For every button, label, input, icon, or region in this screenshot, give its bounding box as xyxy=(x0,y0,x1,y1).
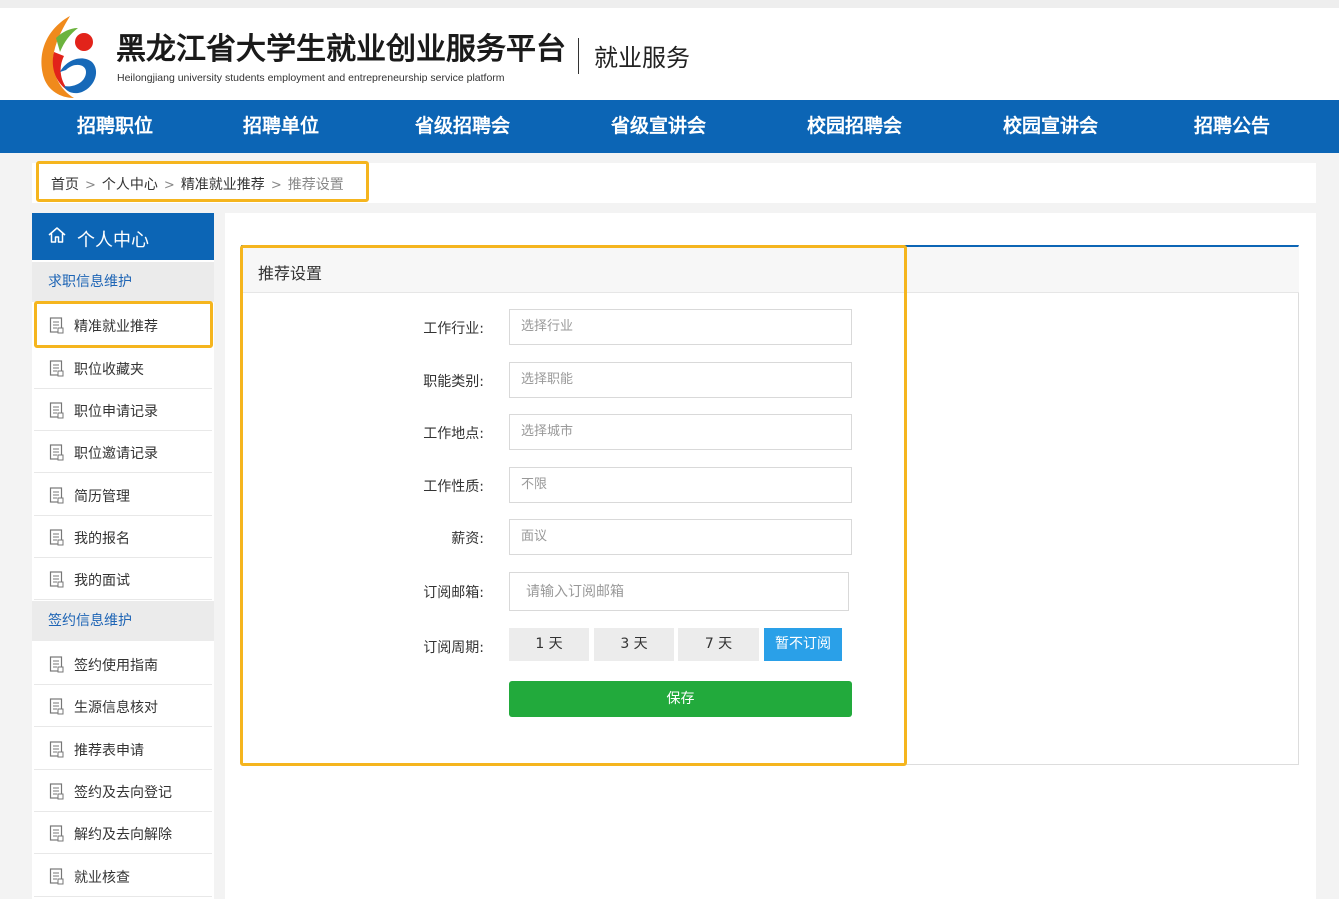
header-divider xyxy=(578,38,579,74)
sidebar-item-registrations[interactable]: 我的报名 xyxy=(34,516,212,558)
sidebar-item-recommendation-form[interactable]: 推荐表申请 xyxy=(34,728,212,770)
sidebar-item-label: 解约及去向解除 xyxy=(74,827,172,843)
sidebar-item-interviews[interactable]: 我的面试 xyxy=(34,558,212,600)
document-icon xyxy=(49,571,64,588)
sidebar-title: 个人中心 xyxy=(77,230,149,251)
home-icon xyxy=(48,227,66,243)
nav-item-jobs[interactable]: 招聘职位 xyxy=(77,100,153,153)
document-icon xyxy=(49,825,64,842)
section-name: 就业服务 xyxy=(594,44,690,72)
sidebar-item-applications[interactable]: 职位申请记录 xyxy=(34,389,212,431)
sidebar-item-source-check[interactable]: 生源信息核对 xyxy=(34,685,212,727)
nav-item-campus-fairs[interactable]: 校园招聘会 xyxy=(807,100,902,153)
platform-logo[interactable] xyxy=(30,12,102,100)
sidebar-group-job-info: 求职信息维护 xyxy=(32,262,214,302)
document-icon xyxy=(49,783,64,800)
document-icon xyxy=(49,402,64,419)
site-subtitle: Heilongjiang university students employm… xyxy=(117,72,505,84)
sidebar-item-label: 就业核查 xyxy=(74,870,130,886)
document-icon xyxy=(49,656,64,673)
sidebar-item-contract-guide[interactable]: 签约使用指南 xyxy=(34,643,212,685)
sidebar-item-contract-cancellation[interactable]: 解约及去向解除 xyxy=(34,812,212,854)
sidebar-active-highlight xyxy=(34,301,213,348)
sidebar-item-favorites[interactable]: 职位收藏夹 xyxy=(34,347,212,389)
site-title: 黑龙江省大学生就业创业服务平台 xyxy=(116,32,566,67)
sidebar-group-contract-info: 签约信息维护 xyxy=(32,601,214,641)
document-icon xyxy=(49,741,64,758)
top-strip xyxy=(0,0,1339,8)
document-icon xyxy=(49,487,64,504)
sidebar-item-label: 我的报名 xyxy=(74,531,130,547)
sidebar-item-label: 我的面试 xyxy=(74,573,130,589)
document-icon xyxy=(49,868,64,885)
sidebar-item-label: 生源信息核对 xyxy=(74,700,158,716)
form-highlight xyxy=(240,245,907,766)
sidebar-header: 个人中心 xyxy=(32,213,214,260)
document-icon xyxy=(49,529,64,546)
nav-item-campus-talks[interactable]: 校园宣讲会 xyxy=(1003,100,1098,153)
sidebar-item-label: 签约使用指南 xyxy=(74,658,158,674)
sidebar-item-contract-registration[interactable]: 签约及去向登记 xyxy=(34,770,212,812)
document-icon xyxy=(49,360,64,377)
sidebar-item-label: 签约及去向登记 xyxy=(74,785,172,801)
document-icon xyxy=(49,698,64,715)
sidebar-item-label: 简历管理 xyxy=(74,489,130,505)
document-icon xyxy=(49,444,64,461)
site-header: 黑龙江省大学生就业创业服务平台 Heilongjiang university … xyxy=(0,8,1339,100)
breadcrumb-highlight xyxy=(36,161,369,202)
sidebar-item-label: 职位邀请记录 xyxy=(74,446,158,462)
sidebar-item-employment-check[interactable]: 就业核查 xyxy=(34,855,212,897)
nav-item-companies[interactable]: 招聘单位 xyxy=(243,100,319,153)
sidebar-item-label: 职位收藏夹 xyxy=(74,362,144,378)
nav-item-provincial-fairs[interactable]: 省级招聘会 xyxy=(415,100,510,153)
nav-item-announcements[interactable]: 招聘公告 xyxy=(1194,100,1270,153)
sidebar-item-invitations[interactable]: 职位邀请记录 xyxy=(34,431,212,473)
sidebar-item-resume[interactable]: 简历管理 xyxy=(34,474,212,516)
sidebar-item-label: 职位申请记录 xyxy=(74,404,158,420)
main-nav: 招聘职位 招聘单位 省级招聘会 省级宣讲会 校园招聘会 校园宣讲会 招聘公告 xyxy=(0,100,1339,153)
nav-item-provincial-talks[interactable]: 省级宣讲会 xyxy=(611,100,706,153)
sidebar-item-label: 推荐表申请 xyxy=(74,743,144,759)
